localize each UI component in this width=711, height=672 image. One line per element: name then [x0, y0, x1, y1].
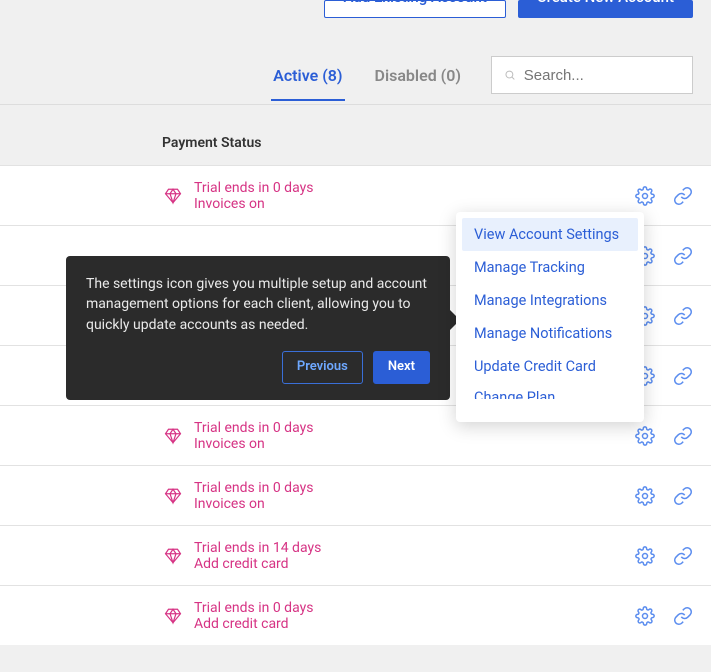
- payment-status-cell: Trial ends in 0 daysInvoices on: [194, 480, 635, 512]
- add-existing-label: Add Existing Account: [343, 0, 486, 5]
- payment-status-cell: Trial ends in 14 daysAdd credit card: [194, 540, 635, 572]
- search-input-wrap[interactable]: [491, 56, 693, 94]
- row-actions: [635, 486, 693, 506]
- table-row: Trial ends in 14 daysAdd credit card: [0, 525, 711, 585]
- gear-icon[interactable]: [635, 186, 655, 206]
- gear-icon[interactable]: [635, 486, 655, 506]
- row-actions: [635, 426, 693, 446]
- payment-status-cell: Trial ends in 0 daysInvoices on: [194, 420, 635, 452]
- payment-status-line1: Trial ends in 0 days: [194, 600, 635, 616]
- dropdown-item[interactable]: Manage Integrations: [462, 284, 638, 317]
- table-row: Trial ends in 0 daysAdd credit card: [0, 585, 711, 645]
- link-icon[interactable]: [673, 426, 693, 446]
- tab-active[interactable]: Active (8): [271, 60, 344, 101]
- add-existing-account-button[interactable]: Add Existing Account: [324, 0, 505, 18]
- diamond-icon: [162, 547, 184, 565]
- create-new-label: Create New Account: [537, 0, 674, 5]
- payment-status-cell: Trial ends in 0 daysAdd credit card: [194, 600, 635, 632]
- payment-status-line1: Trial ends in 14 days: [194, 540, 635, 556]
- dropdown-item[interactable]: Change Plan: [462, 383, 638, 399]
- column-header-payment-status: Payment Status: [0, 105, 711, 165]
- settings-dropdown: View Account SettingsManage TrackingMana…: [456, 212, 644, 422]
- link-icon[interactable]: [673, 246, 693, 266]
- diamond-icon: [162, 187, 184, 205]
- diamond-icon: [162, 487, 184, 505]
- tour-text: The settings icon gives you multiple set…: [86, 274, 430, 335]
- dropdown-item[interactable]: Manage Notifications: [462, 317, 638, 350]
- dropdown-item[interactable]: View Account Settings: [462, 218, 638, 251]
- search-input[interactable]: [524, 57, 692, 93]
- payment-status-cell: Trial ends in 0 daysInvoices on: [194, 180, 635, 212]
- create-new-account-button[interactable]: Create New Account: [518, 0, 693, 18]
- row-actions: [635, 186, 693, 206]
- dropdown-item[interactable]: Manage Tracking: [462, 251, 638, 284]
- row-actions: [635, 546, 693, 566]
- link-icon[interactable]: [673, 366, 693, 386]
- table-row: Trial ends in 0 daysInvoices on: [0, 465, 711, 525]
- tour-popover: The settings icon gives you multiple set…: [66, 256, 450, 400]
- payment-status-line2: Add credit card: [194, 616, 635, 632]
- payment-status-line2: Invoices on: [194, 436, 635, 452]
- diamond-icon: [162, 427, 184, 445]
- search-icon: [504, 68, 516, 82]
- tour-previous-button[interactable]: Previous: [282, 351, 363, 384]
- payment-status-line1: Trial ends in 0 days: [194, 180, 635, 196]
- diamond-icon: [162, 607, 184, 625]
- gear-icon[interactable]: [635, 426, 655, 446]
- link-icon[interactable]: [673, 306, 693, 326]
- link-icon[interactable]: [673, 186, 693, 206]
- payment-status-line2: Add credit card: [194, 556, 635, 572]
- gear-icon[interactable]: [635, 546, 655, 566]
- row-actions: [635, 606, 693, 626]
- tab-disabled[interactable]: Disabled (0): [373, 60, 463, 91]
- link-icon[interactable]: [673, 546, 693, 566]
- link-icon[interactable]: [673, 606, 693, 626]
- payment-status-line2: Invoices on: [194, 496, 635, 512]
- dropdown-item[interactable]: Update Credit Card: [462, 350, 638, 383]
- link-icon[interactable]: [673, 486, 693, 506]
- tour-next-button[interactable]: Next: [373, 351, 430, 384]
- gear-icon[interactable]: [635, 606, 655, 626]
- payment-status-line1: Trial ends in 0 days: [194, 480, 635, 496]
- payment-status-line2: Invoices on: [194, 196, 635, 212]
